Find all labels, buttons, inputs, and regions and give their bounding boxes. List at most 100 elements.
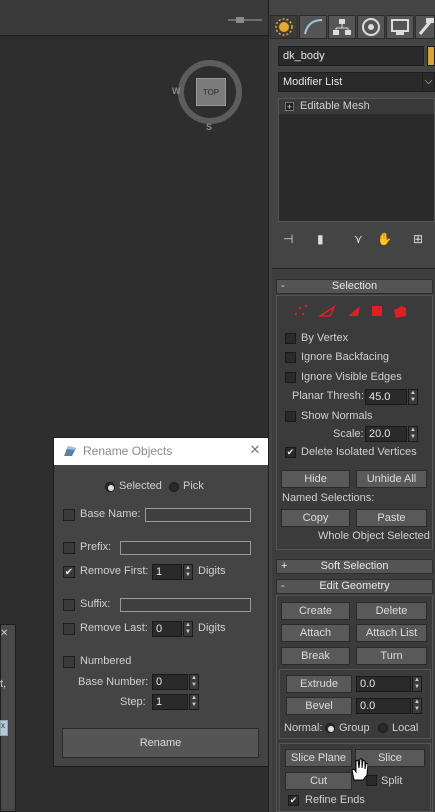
unhide-all-button[interactable]: Unhide All [356, 470, 427, 488]
soft-selection-rollout-header[interactable]: + Soft Selection [276, 559, 433, 574]
ignore-visible-edges-label: Ignore Visible Edges [301, 371, 402, 383]
remove-first-spinner[interactable]: ▲ ▼ [183, 564, 193, 580]
normal-group-label: Group [339, 722, 370, 734]
pick-label: Pick [183, 480, 204, 492]
object-color-swatch[interactable] [427, 46, 435, 66]
motion-icon [362, 18, 380, 36]
delete-button[interactable]: Delete [356, 602, 427, 620]
tab-create[interactable] [270, 15, 298, 39]
stack-expand-icon[interactable]: + [285, 102, 294, 112]
planar-thresh-input[interactable]: 45.0 [365, 389, 407, 405]
prefix-checkbox[interactable] [63, 542, 75, 554]
extrude-spinner[interactable]: ▲ ▼ [412, 676, 422, 692]
modifier-stack[interactable] [278, 98, 435, 222]
remove-modifier-icon[interactable]: ✋ [377, 232, 393, 248]
step-input[interactable]: 1 [152, 694, 188, 710]
bevel-button[interactable]: Bevel [286, 697, 352, 715]
ignore-visible-edges-checkbox[interactable] [285, 372, 296, 383]
modifier-list-dropdown[interactable]: Modifier List [278, 72, 424, 92]
scale-input[interactable]: 20.0 [365, 426, 407, 442]
background-dialog-close-icon[interactable]: ✕ [0, 628, 8, 639]
prefix-label: Prefix: [80, 541, 112, 553]
remove-last-spinner[interactable]: ▲ ▼ [183, 621, 193, 637]
turn-button[interactable]: Turn [356, 647, 427, 665]
create-button[interactable]: Create [281, 602, 350, 620]
background-dialog-field: x [0, 720, 8, 736]
base-name-input[interactable] [145, 508, 251, 522]
hide-button[interactable]: Hide [281, 470, 350, 488]
edge-icon[interactable] [319, 302, 335, 318]
chevron-down-icon[interactable]: ⌵ [422, 72, 435, 92]
vertex-icon[interactable] [295, 302, 311, 318]
extrude-amount-input[interactable]: 0.0 [356, 676, 411, 692]
tab-display[interactable] [386, 15, 414, 39]
tab-hierarchy[interactable] [328, 15, 356, 39]
selected-radio[interactable] [105, 482, 115, 492]
bevel-amount-input[interactable]: 0.0 [356, 698, 411, 714]
show-end-result-icon[interactable]: ▮ [317, 232, 333, 248]
copy-button[interactable]: Copy [281, 509, 350, 527]
collapse-icon: - [281, 580, 285, 592]
remove-last-checkbox[interactable] [63, 623, 75, 635]
suffix-input[interactable] [120, 598, 251, 612]
stack-item-label[interactable]: Editable Mesh [300, 100, 370, 112]
rename-button[interactable]: Rename [62, 728, 259, 758]
base-number-spinner[interactable]: ▲ ▼ [189, 674, 199, 690]
scale-label: Scale: [333, 428, 364, 440]
attach-list-button[interactable]: Attach List [356, 624, 427, 642]
configure-sets-icon[interactable]: ⊞ [413, 232, 429, 248]
pick-radio[interactable] [169, 482, 179, 492]
normal-group-radio[interactable] [325, 723, 335, 733]
normal-local-radio[interactable] [378, 723, 388, 733]
background-dialog-edge [0, 624, 16, 812]
viewcube-top-face[interactable]: TOP [196, 78, 226, 106]
delete-isolated-checkbox[interactable]: ✔ [285, 447, 296, 458]
scale-spinner[interactable]: ▲ ▼ [408, 426, 418, 442]
numbered-checkbox[interactable] [63, 656, 75, 668]
create-icon [275, 18, 293, 36]
selection-rollout-title: Selection [331, 280, 378, 292]
refine-ends-label: Refine Ends [305, 794, 365, 806]
make-unique-icon[interactable]: ⋎ [354, 232, 370, 248]
suffix-label: Suffix: [80, 598, 111, 610]
base-number-input[interactable]: 0 [152, 674, 188, 690]
edit-geometry-rollout-header[interactable]: - Edit Geometry [276, 579, 433, 594]
digits-label-1: Digits [198, 565, 226, 577]
by-vertex-label: By Vertex [301, 332, 349, 344]
selection-rollout-header[interactable]: - Selection [276, 279, 433, 294]
element-icon[interactable] [393, 302, 409, 318]
slice-plane-button[interactable]: Slice Plane [285, 749, 352, 767]
refine-ends-checkbox[interactable]: ✔ [288, 795, 299, 806]
app-icon [64, 446, 76, 456]
face-icon[interactable] [345, 302, 361, 318]
compass-south: S [206, 122, 213, 132]
pin-stack-icon[interactable]: ⊣ [283, 232, 299, 248]
ignore-backfacing-label: Ignore Backfacing [301, 351, 390, 363]
polygon-icon[interactable] [370, 302, 386, 318]
suffix-checkbox[interactable] [63, 599, 75, 611]
remove-first-input[interactable]: 1 [152, 564, 182, 580]
paste-button[interactable]: Paste [356, 509, 427, 527]
prefix-input[interactable] [120, 541, 251, 555]
display-icon [391, 19, 409, 35]
planar-thresh-spinner[interactable]: ▲ ▼ [408, 389, 418, 405]
tab-modify[interactable] [299, 15, 327, 39]
ignore-backfacing-checkbox[interactable] [285, 352, 296, 363]
close-icon[interactable]: ✕ [247, 442, 263, 458]
remove-first-label: Remove First: [80, 565, 149, 577]
object-name-input[interactable]: dk_body [278, 46, 424, 66]
by-vertex-checkbox[interactable] [285, 333, 296, 344]
remove-first-checkbox[interactable]: ✔ [63, 566, 75, 578]
bevel-spinner[interactable]: ▲ ▼ [412, 698, 422, 714]
step-spinner[interactable]: ▲ ▼ [189, 694, 199, 710]
tab-motion[interactable] [357, 15, 385, 39]
base-name-checkbox[interactable] [63, 509, 75, 521]
extrude-button[interactable]: Extrude [286, 675, 352, 693]
attach-button[interactable]: Attach [281, 624, 350, 642]
show-normals-checkbox[interactable] [285, 411, 296, 422]
remove-last-input[interactable]: 0 [152, 621, 182, 637]
break-button[interactable]: Break [281, 647, 350, 665]
tab-utilities[interactable] [415, 15, 435, 39]
split-label: Split [381, 775, 403, 787]
cut-button[interactable]: Cut [285, 772, 352, 790]
